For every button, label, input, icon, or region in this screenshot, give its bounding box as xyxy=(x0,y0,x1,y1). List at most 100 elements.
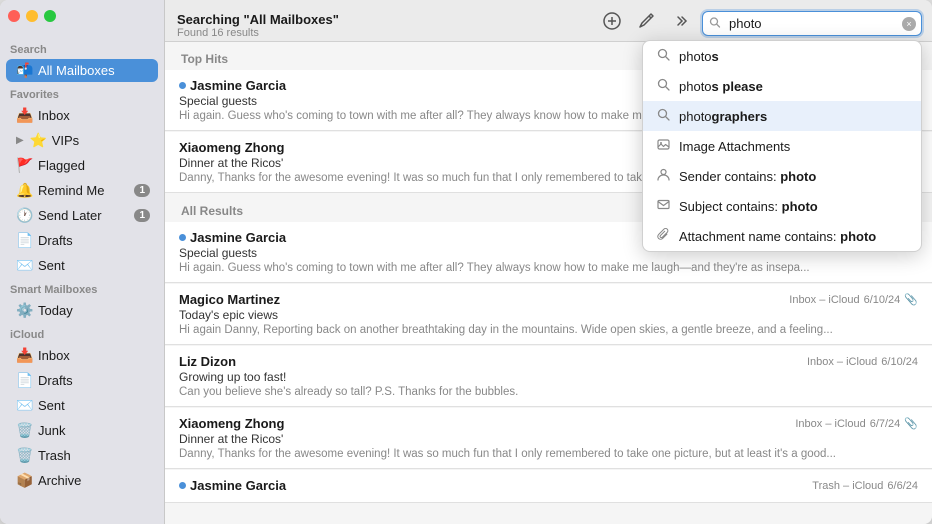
email-item[interactable]: Xiaomeng Zhong Inbox – iCloud 6/7/24 📎 D… xyxy=(165,408,932,469)
icloud-section-label: iCloud xyxy=(0,323,164,343)
email-time: 6/7/24 xyxy=(870,418,901,430)
email-mailbox: Inbox – iCloud xyxy=(807,356,877,368)
maximize-button[interactable] xyxy=(44,10,56,22)
email-sender: Magico Martinez xyxy=(179,292,280,307)
search-section-label: Search xyxy=(0,38,164,58)
email-time: 6/10/24 xyxy=(881,356,918,368)
send-later-icon: 🕐 xyxy=(16,207,32,224)
icloud-sent-icon: ✉️ xyxy=(16,397,32,414)
email-item[interactable]: Liz Dizon Inbox – iCloud 6/10/24 Growing… xyxy=(165,346,932,407)
dropdown-text: Attachment name contains: photo xyxy=(679,229,876,244)
sidebar-item-inbox[interactable]: 📥 Inbox xyxy=(6,104,158,127)
attachment-icon: 📎 xyxy=(904,293,918,306)
sidebar-item-label: All Mailboxes xyxy=(38,63,150,78)
email-preview: Danny, Thanks for the awesome evening! I… xyxy=(179,448,918,460)
sent-icon: ✉️ xyxy=(16,257,32,274)
icloud-trash-icon: 🗑️ xyxy=(16,447,32,464)
email-sender: Jasmine Garcia xyxy=(179,478,286,493)
sidebar-item-vips[interactable]: ▶ ⭐ VIPs xyxy=(6,129,158,152)
email-item[interactable]: Jasmine Garcia Trash – iCloud 6/6/24 xyxy=(165,470,932,503)
email-subject: Dinner at the Ricos' xyxy=(179,432,918,446)
content-area: Searching "All Mailboxes" Found 16 resul… xyxy=(165,0,932,524)
dropdown-item-photographers[interactable]: photographers xyxy=(643,101,921,131)
email-time: 6/10/24 xyxy=(864,294,901,306)
remind-me-icon: 🔔 xyxy=(16,182,32,199)
dropdown-text: photos please xyxy=(679,79,763,94)
sidebar: Search 📬 All Mailboxes Favorites 📥 Inbox… xyxy=(0,0,165,524)
chevrons-icon[interactable] xyxy=(668,9,692,38)
sidebar-item-drafts[interactable]: 📄 Drafts xyxy=(6,229,158,252)
image-icon xyxy=(655,138,671,154)
dropdown-item-sender-contains[interactable]: Sender contains: photo xyxy=(643,161,921,191)
email-preview: Can you believe she's already so tall? P… xyxy=(179,386,918,398)
sidebar-item-icloud-drafts[interactable]: 📄 Drafts xyxy=(6,369,158,392)
email-preview: Hi again Danny, Reporting back on anothe… xyxy=(179,324,918,336)
dropdown-text: Sender contains: photo xyxy=(679,169,816,184)
dropdown-item-subject-contains[interactable]: Subject contains: photo xyxy=(643,191,921,221)
dropdown-text: Image Attachments xyxy=(679,139,790,154)
email-subject: Growing up too fast! xyxy=(179,370,918,384)
sidebar-item-icloud-inbox[interactable]: 📥 Inbox xyxy=(6,344,158,367)
search-icon xyxy=(709,16,721,31)
all-mailboxes-icon: 📬 xyxy=(16,62,32,79)
compose-icon[interactable] xyxy=(634,9,658,38)
dropdown-text: photos xyxy=(679,49,719,64)
email-sender: Jasmine Garcia xyxy=(179,78,286,93)
email-mailbox: Inbox – iCloud xyxy=(789,294,859,306)
sidebar-item-sent[interactable]: ✉️ Sent xyxy=(6,254,158,277)
envelope-icon xyxy=(655,198,671,214)
email-mailbox: Trash – iCloud xyxy=(812,480,883,492)
search-input[interactable] xyxy=(702,11,922,36)
vips-icon: ⭐ xyxy=(30,132,46,149)
sidebar-item-today[interactable]: ⚙️ Today xyxy=(6,299,158,322)
email-sender: Xiaomeng Zhong xyxy=(179,416,284,431)
paperclip-icon xyxy=(655,228,671,244)
email-time: 6/6/24 xyxy=(887,480,918,492)
today-icon: ⚙️ xyxy=(16,302,32,319)
email-meta: Inbox – iCloud 6/10/24 xyxy=(807,356,918,368)
favorites-section-label: Favorites xyxy=(0,83,164,103)
smart-mailboxes-section-label: Smart Mailboxes xyxy=(0,278,164,298)
email-subject: Today's epic views xyxy=(179,308,918,322)
email-item[interactable]: Magico Martinez Inbox – iCloud 6/10/24 📎… xyxy=(165,284,932,345)
send-later-badge: 1 xyxy=(134,209,150,222)
sidebar-item-flagged[interactable]: 🚩 Flagged xyxy=(6,154,158,177)
sidebar-item-icloud-archive[interactable]: 📦 Archive xyxy=(6,469,158,492)
email-sender: Xiaomeng Zhong xyxy=(179,140,284,155)
email-meta: Inbox – iCloud 6/7/24 📎 xyxy=(795,417,918,430)
minimize-button[interactable] xyxy=(26,10,38,22)
email-meta: Trash – iCloud 6/6/24 xyxy=(812,480,918,492)
sidebar-item-send-later[interactable]: 🕐 Send Later 1 xyxy=(6,204,158,227)
icloud-junk-icon: 🗑️ xyxy=(16,422,32,439)
remind-me-badge: 1 xyxy=(134,184,150,197)
window-chrome xyxy=(8,10,56,22)
dropdown-item-attachment-name[interactable]: Attachment name contains: photo xyxy=(643,221,921,251)
search-suggestion-icon xyxy=(655,78,671,94)
dropdown-item-image-attachments[interactable]: Image Attachments xyxy=(643,131,921,161)
email-meta: Inbox – iCloud 6/10/24 📎 xyxy=(789,293,918,306)
email-sender: Jasmine Garcia xyxy=(179,230,286,245)
sidebar-item-icloud-junk[interactable]: 🗑️ Junk xyxy=(6,419,158,442)
email-preview: Hi again. Guess who's coming to town wit… xyxy=(179,262,918,274)
new-message-icon[interactable] xyxy=(600,9,624,38)
sidebar-item-all-mailboxes[interactable]: 📬 All Mailboxes xyxy=(6,59,158,82)
icloud-archive-icon: 📦 xyxy=(16,472,32,489)
icloud-inbox-icon: 📥 xyxy=(16,347,32,364)
sidebar-item-icloud-sent[interactable]: ✉️ Sent xyxy=(6,394,158,417)
sidebar-item-icloud-trash[interactable]: 🗑️ Trash xyxy=(6,444,158,467)
unread-dot xyxy=(179,82,186,89)
close-button[interactable] xyxy=(8,10,20,22)
dropdown-item-photos-please[interactable]: photos please xyxy=(643,71,921,101)
sidebar-item-remind-me[interactable]: 🔔 Remind Me 1 xyxy=(6,179,158,202)
chevron-icon: ▶ xyxy=(16,135,24,146)
search-suggestion-icon xyxy=(655,108,671,124)
search-subtitle: Found 16 results xyxy=(177,27,590,39)
search-suggestion-icon xyxy=(655,48,671,64)
dropdown-text: Subject contains: photo xyxy=(679,199,818,214)
email-mailbox: Inbox – iCloud xyxy=(795,418,865,430)
dropdown-item-photos[interactable]: photos xyxy=(643,41,921,71)
attachment-icon: 📎 xyxy=(904,417,918,430)
search-box-wrapper: × photos photos please xyxy=(702,11,922,36)
search-clear-button[interactable]: × xyxy=(902,17,916,31)
person-icon xyxy=(655,168,671,184)
